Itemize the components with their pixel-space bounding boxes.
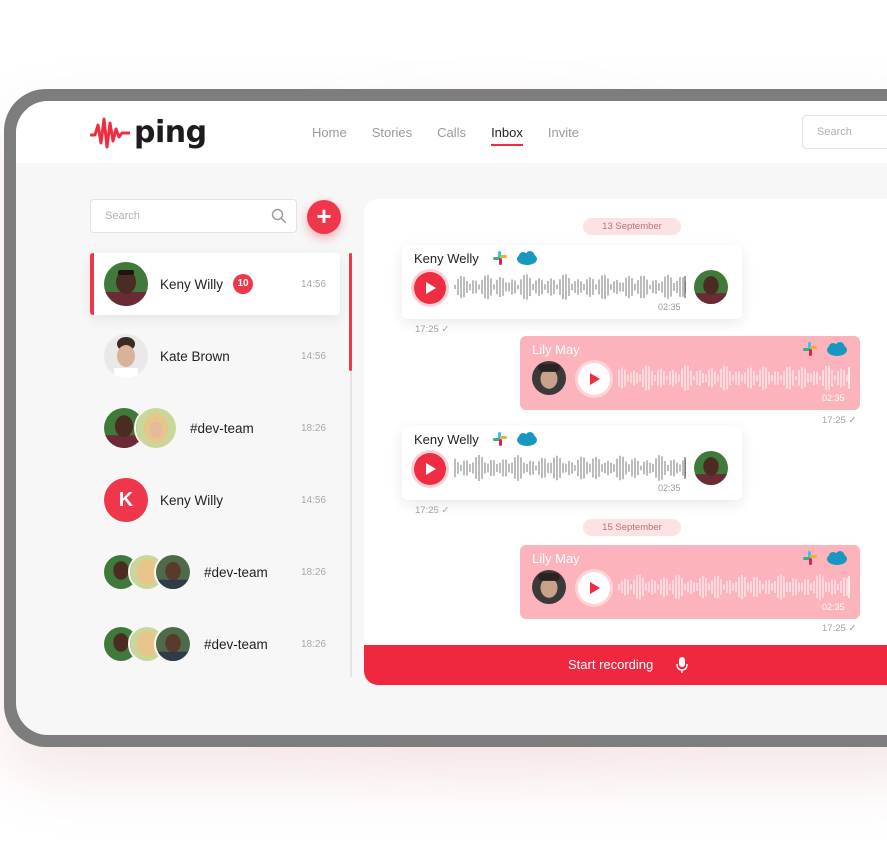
nav-home[interactable]: Home (312, 125, 347, 140)
nav-calls[interactable]: Calls (437, 125, 466, 140)
conversation-time: 14:56 (300, 278, 326, 290)
start-recording-button[interactable]: Start recording (364, 645, 887, 685)
waveform-logo-icon (90, 117, 130, 149)
top-search-input[interactable]: Search (802, 115, 887, 149)
app-icons (492, 250, 538, 266)
voice-message-incoming: Keny Welly 02:35 (402, 426, 742, 500)
conversation-name: #dev-team (190, 420, 254, 436)
message-sender: Lily May (532, 551, 580, 566)
avatar (694, 451, 728, 485)
date-separator: 15 September (583, 519, 681, 536)
add-conversation-button[interactable]: + (307, 200, 341, 234)
voice-message-incoming: Keny Welly 02:35 (402, 245, 742, 319)
audio-waveform[interactable] (454, 274, 686, 300)
play-button[interactable] (578, 363, 610, 395)
avatar (104, 262, 148, 306)
salesforce-icon (827, 342, 847, 356)
logo[interactable]: ping (90, 113, 207, 151)
salesforce-icon (517, 432, 537, 446)
avatar (532, 570, 566, 604)
sidebar-scroll-thumb[interactable] (349, 253, 352, 371)
conversation-name: #dev-team (204, 636, 268, 652)
avatar (104, 334, 148, 378)
avatar (694, 270, 728, 304)
message-sender: Lily May (532, 342, 580, 357)
app-icons (492, 431, 538, 447)
message-sender: Keny Welly (414, 432, 479, 447)
play-button[interactable] (414, 272, 446, 304)
avatar: K (104, 478, 148, 522)
avatar (532, 361, 566, 395)
audio-duration: 02:35 (658, 302, 681, 312)
conversation-name: Keny Willy (160, 492, 224, 508)
conversation-item[interactable]: #dev-team 18:26 (90, 541, 340, 603)
date-separator: 13 September (583, 218, 681, 235)
app-icons (802, 550, 848, 566)
audio-waveform[interactable] (454, 455, 686, 481)
play-icon (426, 282, 436, 294)
sidebar-search-placeholder: Search (105, 210, 140, 222)
audio-waveform[interactable] (618, 365, 850, 391)
logo-text: ping (134, 114, 207, 150)
message-timestamp: 17:25 ✓ (415, 505, 450, 516)
group-avatar (102, 553, 192, 591)
message-timestamp: 17:25 ✓ (822, 415, 857, 426)
conversation-time: 18:26 (300, 422, 326, 434)
slack-icon (803, 342, 817, 356)
unread-badge: 10 (233, 274, 254, 294)
play-button[interactable] (414, 453, 446, 485)
app-icons (802, 341, 848, 357)
microphone-icon (676, 657, 688, 673)
conversation-name: #dev-team (204, 564, 268, 580)
avatar (154, 625, 192, 663)
conversation-time: 18:26 (300, 638, 326, 650)
conversation-name: Keny Willy (160, 276, 224, 292)
sidebar-search-input[interactable]: Search (90, 199, 297, 233)
app-screen: ping Home Stories Calls Inbox Invite Sea… (16, 101, 887, 735)
play-icon (590, 582, 600, 594)
audio-waveform[interactable] (618, 574, 850, 600)
group-avatar (102, 406, 178, 450)
slack-icon (493, 251, 507, 265)
play-button[interactable] (578, 572, 610, 604)
device-frame: ping Home Stories Calls Inbox Invite Sea… (4, 89, 887, 747)
message-timestamp: 17:25 ✓ (822, 623, 857, 634)
group-avatar (102, 625, 192, 663)
conversation-item[interactable]: Keny Willy 10 14:56 (90, 253, 340, 315)
conversation-item[interactable]: K Keny Willy 14:56 (90, 469, 340, 531)
play-icon (426, 463, 436, 475)
plus-icon: + (316, 201, 332, 231)
conversation-item[interactable]: #dev-team 18:26 (90, 613, 340, 675)
nav-inbox[interactable]: Inbox (491, 125, 523, 146)
audio-duration: 02:35 (822, 602, 845, 612)
message-timestamp: 17:25 ✓ (415, 324, 450, 335)
chat-panel: 13 September Keny Welly 02:35 17:25 ✓ Li… (364, 199, 887, 685)
voice-message-outgoing: Lily May 02:35 (520, 336, 860, 410)
record-label: Start recording (568, 657, 654, 672)
avatar (154, 553, 192, 591)
avatar (134, 406, 178, 450)
salesforce-icon (827, 551, 847, 565)
nav-invite[interactable]: Invite (548, 125, 579, 140)
play-icon (590, 373, 600, 385)
conversation-item[interactable]: #dev-team 18:26 (90, 397, 340, 459)
conversation-item[interactable]: Kate Brown 14:56 (90, 325, 340, 387)
stage: ping Home Stories Calls Inbox Invite Sea… (0, 0, 887, 863)
conversation-time: 14:56 (300, 350, 326, 362)
top-bar: ping Home Stories Calls Inbox Invite Sea… (16, 101, 887, 163)
conversation-time: 14:56 (300, 494, 326, 506)
salesforce-icon (517, 251, 537, 265)
audio-duration: 02:35 (822, 393, 845, 403)
slack-icon (493, 432, 507, 446)
slack-icon (803, 551, 817, 565)
main-nav: Home Stories Calls Inbox Invite (312, 125, 579, 146)
conversation-time: 18:26 (300, 566, 326, 578)
nav-stories[interactable]: Stories (372, 125, 412, 140)
message-sender: Keny Welly (414, 251, 479, 266)
conversation-name: Kate Brown (160, 348, 230, 364)
voice-message-outgoing: Lily May 02:35 (520, 545, 860, 619)
search-icon[interactable] (271, 208, 287, 224)
audio-duration: 02:35 (658, 483, 681, 493)
